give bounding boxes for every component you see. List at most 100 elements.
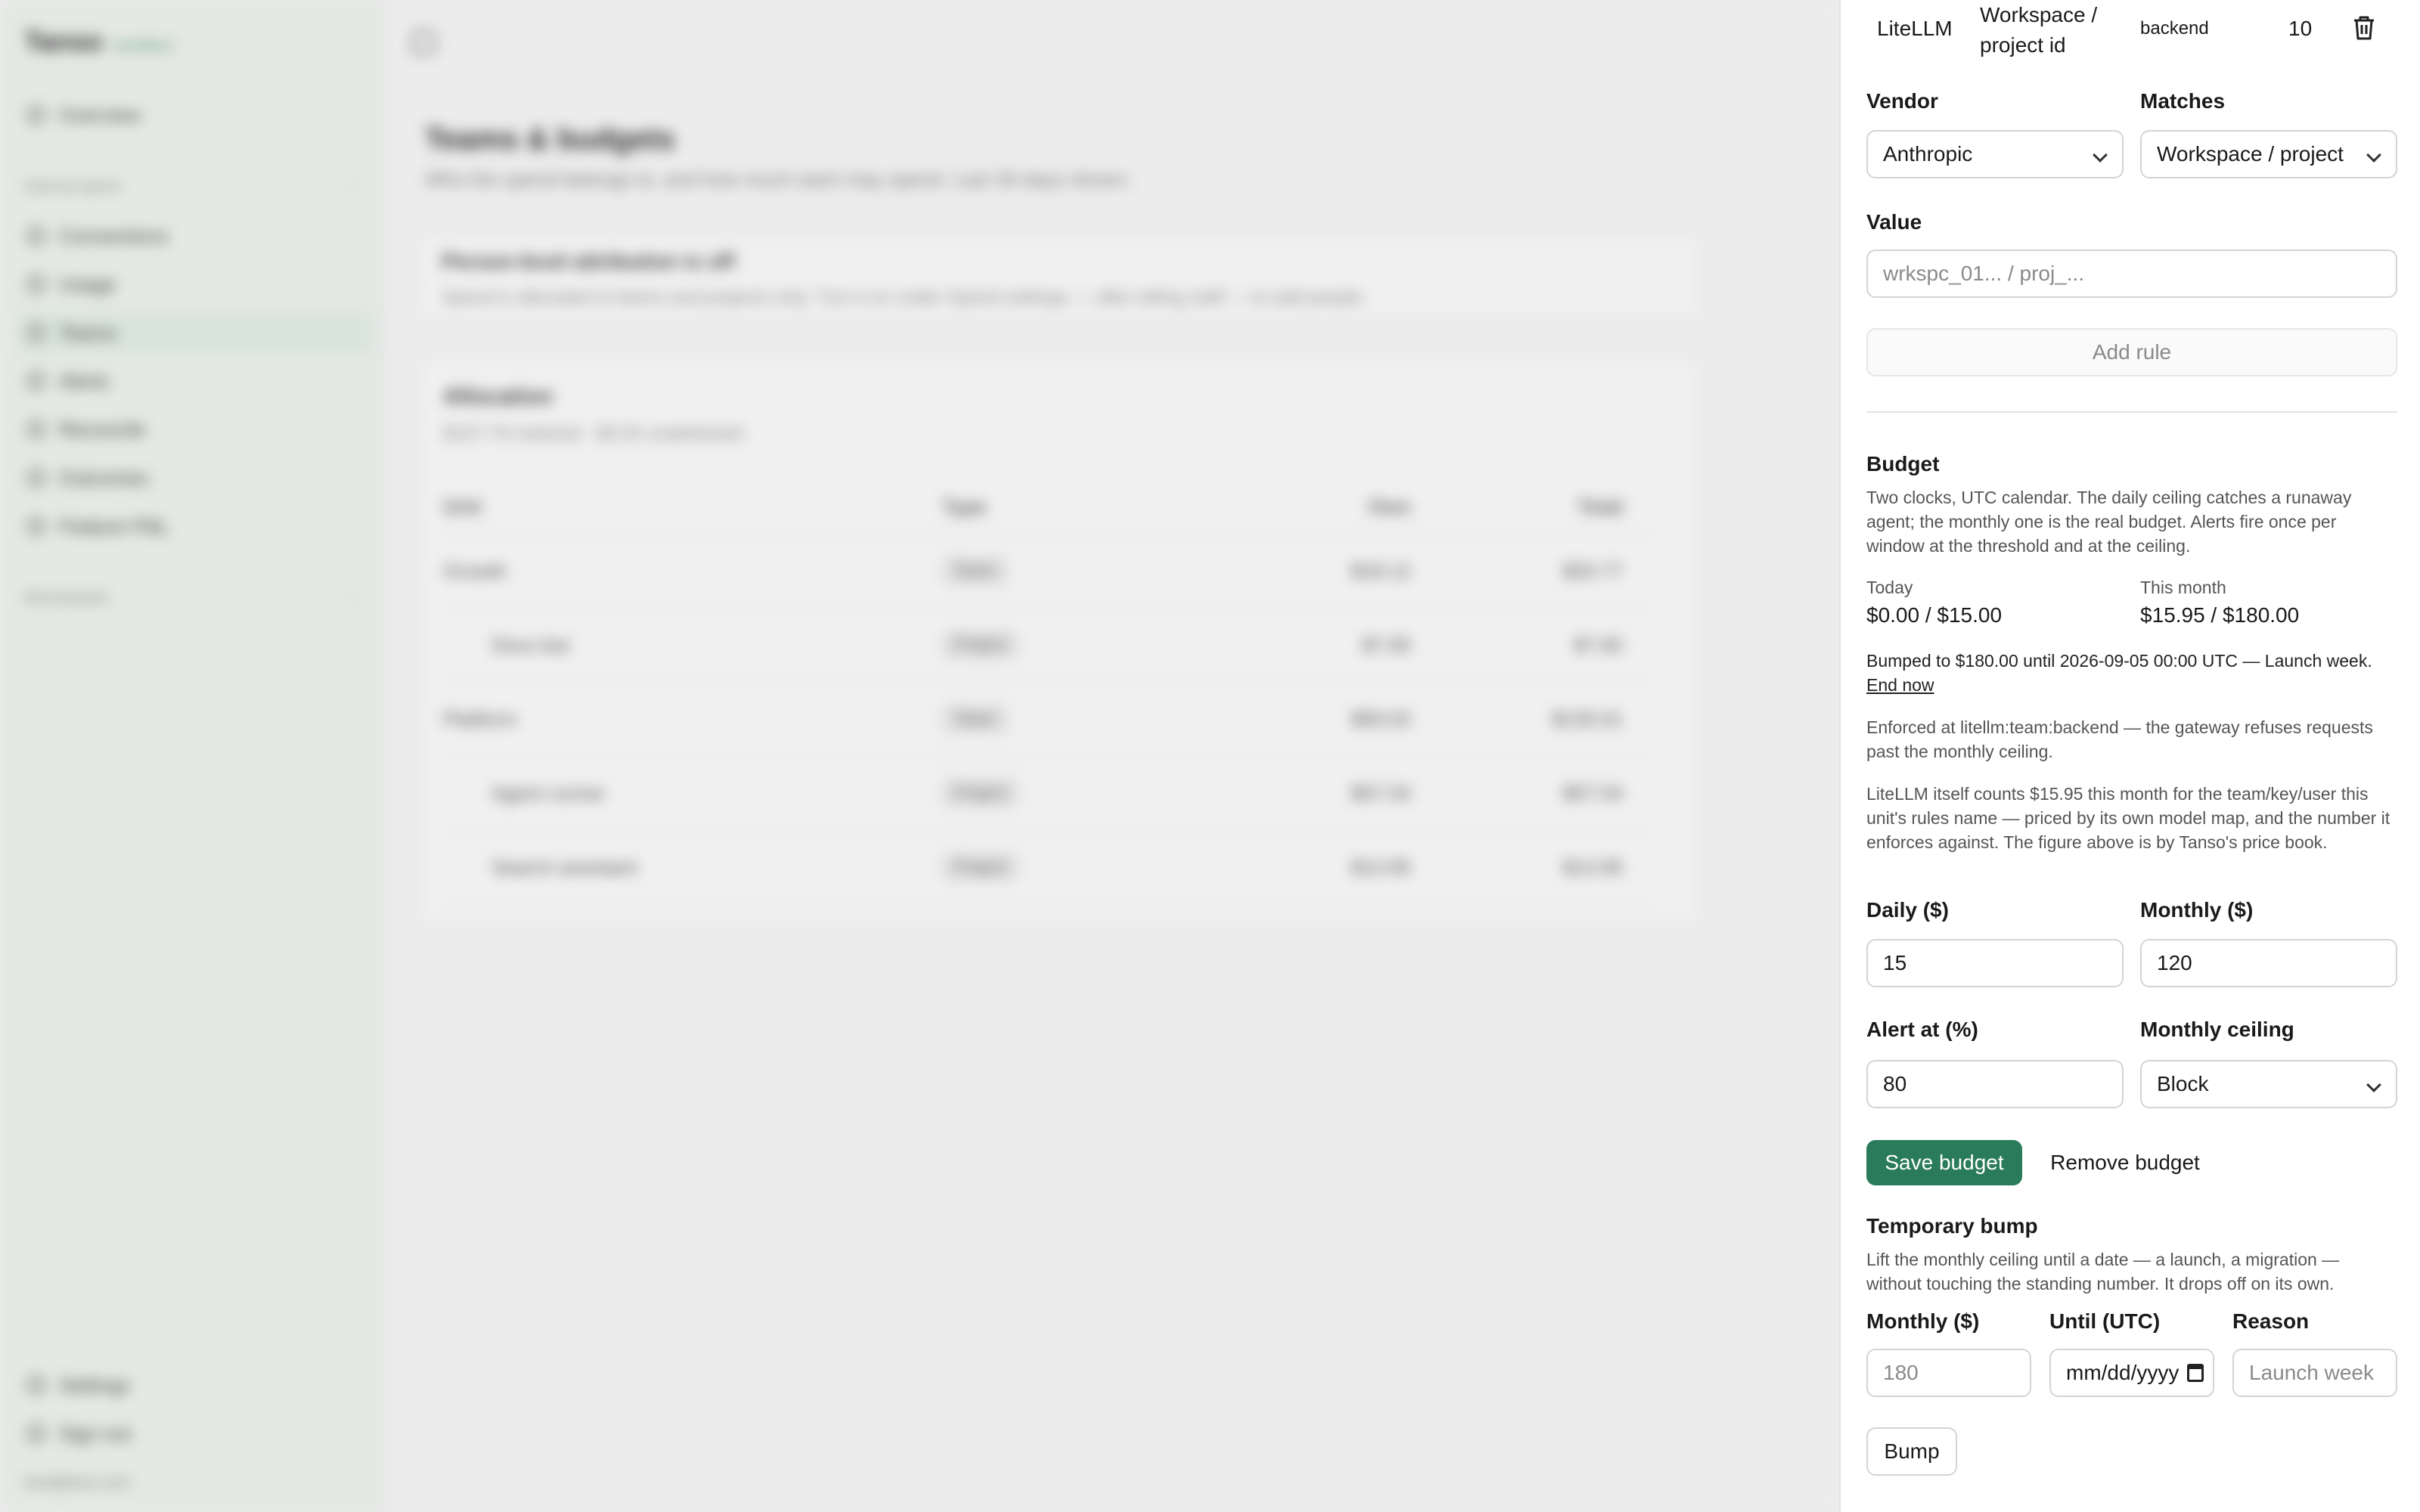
bump-until-input[interactable]: mm/dd/yyyy [2049,1349,2214,1397]
rule-matches: Workspace / project id [1980,3,2098,57]
alert-input[interactable]: 80 [1866,1060,2124,1108]
table-row[interactable]: Growth Team $18.12 $25.77 [443,534,1653,609]
phone-icon [27,469,45,487]
ceiling-select-value: Block [2157,1072,2209,1095]
save-budget-button[interactable]: Save budget [1866,1140,2022,1185]
type-cell: Project [942,608,1245,683]
remove-budget-button[interactable]: Remove budget [2042,1140,2208,1185]
own-cell: $59.02 [1245,682,1441,757]
chevron-down-icon [2093,147,2108,163]
user-email: test@test.com [24,1473,131,1492]
sidebar-item-label: Sign out [59,1421,132,1445]
column-header: Unit [443,481,942,534]
matches-select[interactable]: Workspace / project [2140,130,2397,178]
unit-cell: Docs bot [443,608,942,683]
month-label: This month [2140,578,2226,597]
column-header: Type [942,481,1245,534]
trash-icon [2354,16,2374,40]
sidebar-item-label: Teams [59,321,117,344]
allocation-table: Unit Type Own Total Growth Team $18.12 $… [443,481,1653,905]
sidebar-toggle-icon[interactable] [411,30,436,54]
delete-rule-button[interactable] [2352,15,2376,45]
month-value: $15.95 / $180.00 [2140,603,2300,627]
unit-detail-panel: LiteLLM Workspace / project id backend 1… [1839,0,2420,1512]
total-cell: $25.77 [1441,534,1653,609]
total-cell: $130.01 [1441,682,1653,757]
table-row[interactable]: Platform Team $59.02 $130.01 [443,682,1653,757]
sidebar-item-teams[interactable]: Teams [18,311,374,354]
sidebar-item-reconcile[interactable]: Reconcile [18,408,374,451]
vendor-select[interactable]: Anthropic [1866,130,2124,178]
page-title: Teams & budgets [425,122,675,156]
unit-cell: Agent runner [443,756,942,831]
today-value: $0.00 / $15.00 [1866,603,2003,627]
brand-name: Tanso [24,26,103,57]
sidebar-item-label: Settings [59,1373,130,1396]
total-cell: $7.65 [1441,608,1653,683]
bump-until-placeholder: mm/dd/yyyy [2066,1361,2180,1384]
allocation-card: Allocation $107.79 metered · $0.00 unatt… [417,358,1703,925]
bump-monthly-label: Monthly ($) [1866,1309,1980,1333]
section-label: Monetization [24,590,110,606]
unit-cell: Search assistant [443,830,942,905]
bump-button[interactable]: Bump [1866,1427,1957,1476]
ceiling-select[interactable]: Block [2140,1060,2397,1108]
budget-heading: Budget [1866,452,1940,476]
sidebar-item-label: Connections [59,224,169,247]
monthly-input-value: 120 [2157,951,2192,974]
daily-input-value: 15 [1883,951,1907,974]
type-cell: Project [942,756,1245,831]
bump-note-text: Bumped to $180.00 until 2026-09-05 00:00… [1866,651,2372,671]
chevron-down-icon [2366,1077,2381,1092]
litellm-note: LiteLLM itself counts $15.95 this month … [1866,784,2391,852]
sidebar-section-internal[interactable]: Internal spend ‹ [24,178,357,196]
gear-icon [27,1376,45,1394]
sidebar-item-overview[interactable]: Overview [18,94,374,136]
own-cell: $57.04 [1245,756,1441,831]
sidebar-item-alerts[interactable]: Alerts [18,360,374,402]
sidebar-item-connections[interactable]: Connections [18,215,374,257]
brand: Tanso sandbox [24,26,175,57]
calendar-icon[interactable] [2187,1364,2204,1382]
page-subtitle: Who the spend belongs to, and how much e… [425,168,1133,191]
section-label: Internal spend [24,178,120,195]
sidebar-item-outcomes[interactable]: Outcomes [18,457,374,499]
sidebar-section-monetization[interactable]: Monetization › [24,590,357,607]
matches-label: Matches [2140,89,2226,113]
type-pill: Team [942,705,1007,733]
table-header: Unit Type Own Total [443,481,1653,534]
end-now-link[interactable]: End now [1866,675,1934,695]
own-cell: $13.95 [1245,830,1441,905]
daily-input[interactable]: 15 [1866,939,2124,987]
main-content: Teams & budgets Who the spend belongs to… [387,0,1839,1512]
sidebar-item-sign-out[interactable]: Sign out [18,1412,374,1455]
unit-cell: Growth [443,534,942,609]
users-icon [27,324,45,342]
chevron-down-icon [2366,147,2381,163]
bump-monthly-input[interactable]: 180 [1866,1349,2031,1397]
sidebar-item-label: Usage [59,272,116,296]
matches-select-value: Workspace / project [2157,142,2344,166]
table-row[interactable]: Agent runner Project $57.04 $57.04 [443,756,1653,831]
table-row[interactable]: Search assistant Project $13.95 $13.95 [443,830,1653,905]
sidebar-item-usage[interactable]: Usage [18,263,374,305]
home-icon [27,106,45,124]
bump-reason-input[interactable]: Launch week [2232,1349,2397,1397]
type-cell: Team [942,534,1245,609]
table-row[interactable]: Docs bot Project $7.65 $7.65 [443,608,1653,683]
monthly-input[interactable]: 120 [2140,939,2397,987]
own-cell: $18.12 [1245,534,1441,609]
bump-reason-placeholder: Launch week [2249,1361,2375,1384]
sidebar-item-settings[interactable]: Settings [18,1364,374,1406]
add-rule-button[interactable]: Add rule [1866,328,2397,376]
total-cell: $57.04 [1441,756,1653,831]
vendor-label: Vendor [1866,89,1938,113]
chevron-icon: ‹ [352,178,357,195]
plug-icon [27,227,45,245]
value-input[interactable]: wrkspc_01... / proj_... [1866,249,2397,298]
alert-label: Alert at (%) [1866,1018,1978,1041]
bell-icon [27,372,45,390]
rule-count: 10 [2288,17,2313,40]
sidebar-item-feature-pl[interactable]: Feature P&L [18,505,374,547]
sidebar-item-label: Outcomes [59,466,149,489]
